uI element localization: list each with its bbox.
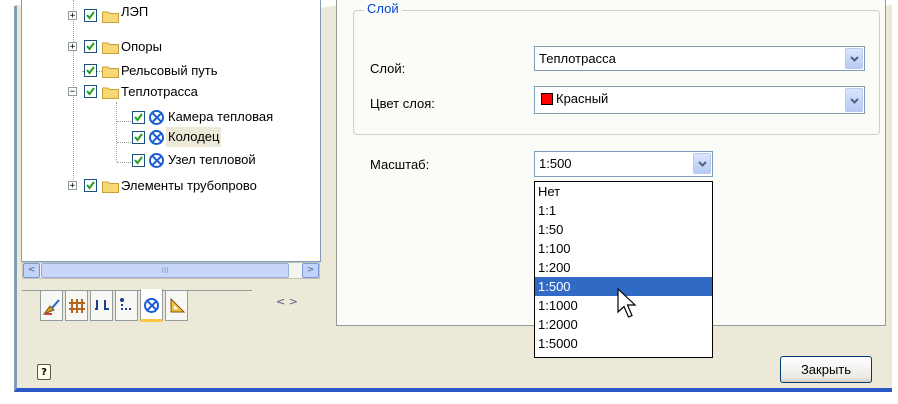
scroll-thumb[interactable]: III	[41, 263, 289, 278]
layer-tree[interactable]: + ЛЭП + Опоры Рельсовый путь − Теплотрас…	[21, 0, 321, 262]
scale-option[interactable]: 1:50	[535, 220, 712, 239]
checkbox-checked[interactable]	[84, 9, 97, 22]
scale-option[interactable]: 1:100	[535, 239, 712, 258]
cross-circle-icon	[149, 153, 164, 168]
layer-group-title: Слой	[364, 1, 402, 16]
tree-item-truboprovod[interactable]: + Элементы трубопрово	[22, 176, 320, 196]
tree-item-label: Рельсовый путь	[121, 63, 218, 78]
rail-icon	[94, 300, 109, 310]
tree-item-kamera[interactable]: Камера тепловая	[22, 107, 320, 127]
tree-horizontal-scrollbar[interactable]: < III >	[22, 262, 320, 279]
layer-select-value: Теплотрасса	[539, 51, 616, 66]
folder-open-icon	[102, 87, 119, 99]
tree-item-opory[interactable]: + Опоры	[22, 37, 320, 57]
color-swatch	[541, 93, 553, 105]
scale-select[interactable]: 1:500	[534, 151, 713, 177]
expand-plus-icon[interactable]: +	[68, 42, 77, 52]
scale-option[interactable]: 1:200	[535, 258, 712, 277]
tree-item-label: ЛЭП	[121, 4, 149, 19]
tree-item-uzel[interactable]: Узел тепловой	[22, 150, 320, 170]
cross-circle-icon	[149, 110, 164, 125]
checkbox-checked[interactable]	[84, 179, 97, 192]
checkbox-checked[interactable]	[84, 40, 97, 53]
layer-color-select[interactable]: Красный	[534, 86, 865, 114]
cross-circle-icon	[149, 130, 164, 145]
tree-item-rail[interactable]: Рельсовый путь	[22, 61, 320, 81]
tab-cross-circle[interactable]	[140, 289, 163, 322]
collapse-minus-icon[interactable]: −	[68, 87, 77, 97]
tree-item-label: Узел тепловой	[168, 152, 256, 167]
layer-select[interactable]: Теплотрасса	[534, 46, 865, 71]
checkbox-checked[interactable]	[132, 131, 145, 144]
tree-item-teplotrassa[interactable]: − Теплотрасса	[22, 82, 320, 102]
scale-option[interactable]: 1:5000	[535, 334, 712, 353]
chevron-down-icon[interactable]	[693, 153, 711, 174]
layer-color-label: Цвет слоя:	[370, 96, 435, 111]
tab-rail[interactable]	[90, 291, 113, 321]
scale-dropdown-list[interactable]: Нет 1:1 1:50 1:100 1:200 1:500 1:1000 1:…	[534, 181, 713, 358]
scale-option[interactable]: Нет	[535, 182, 712, 201]
dotted-path-icon	[119, 298, 132, 310]
scale-label: Масштаб:	[370, 157, 430, 172]
tab-fence[interactable]	[65, 291, 88, 321]
tab-nav-arrows[interactable]: < >	[276, 295, 316, 313]
chevron-down-icon[interactable]	[845, 88, 863, 112]
folder-icon	[102, 42, 119, 54]
layer-color-value: Красный	[556, 91, 609, 106]
scale-select-value: 1:500	[539, 156, 572, 171]
layer-groupbox	[353, 10, 880, 135]
folder-icon	[102, 181, 119, 193]
expand-plus-icon[interactable]: +	[68, 181, 77, 191]
tree-item-label: Теплотрасса	[121, 84, 198, 99]
mouse-cursor-icon	[617, 288, 637, 318]
folder-icon	[102, 11, 119, 23]
tree-item-label-selected: Колодец	[166, 127, 222, 147]
tree-item-kolodets[interactable]: Колодец	[22, 127, 320, 147]
cross-circle-icon	[144, 298, 159, 313]
tree-item-label: Камера тепловая	[168, 109, 274, 124]
layer-label: Слой:	[370, 61, 406, 76]
folder-icon	[102, 66, 119, 78]
tab-dotted-path[interactable]	[115, 291, 138, 321]
tree-item-label: Элементы трубопрово	[121, 178, 257, 193]
help-icon[interactable]: ?	[37, 364, 51, 380]
checkbox-checked[interactable]	[84, 64, 97, 77]
expand-plus-icon[interactable]: +	[68, 11, 77, 21]
triangle-ruler-icon	[170, 297, 185, 313]
fence-icon	[68, 299, 85, 313]
tree-item-lep[interactable]: + ЛЭП	[22, 4, 320, 26]
close-button[interactable]: Закрыть	[780, 356, 872, 383]
checkbox-checked[interactable]	[132, 111, 145, 124]
scale-option[interactable]: 1:1	[535, 201, 712, 220]
checkbox-checked[interactable]	[84, 85, 97, 98]
tab-triangle[interactable]	[165, 291, 188, 321]
checkbox-checked[interactable]	[132, 154, 145, 167]
tab-broom[interactable]	[40, 291, 63, 321]
scroll-left-button[interactable]: <	[23, 263, 40, 278]
tree-item-label: Опоры	[121, 39, 162, 54]
broom-icon	[42, 299, 60, 316]
chevron-down-icon[interactable]	[845, 48, 863, 69]
scroll-right-button[interactable]: >	[302, 263, 319, 278]
